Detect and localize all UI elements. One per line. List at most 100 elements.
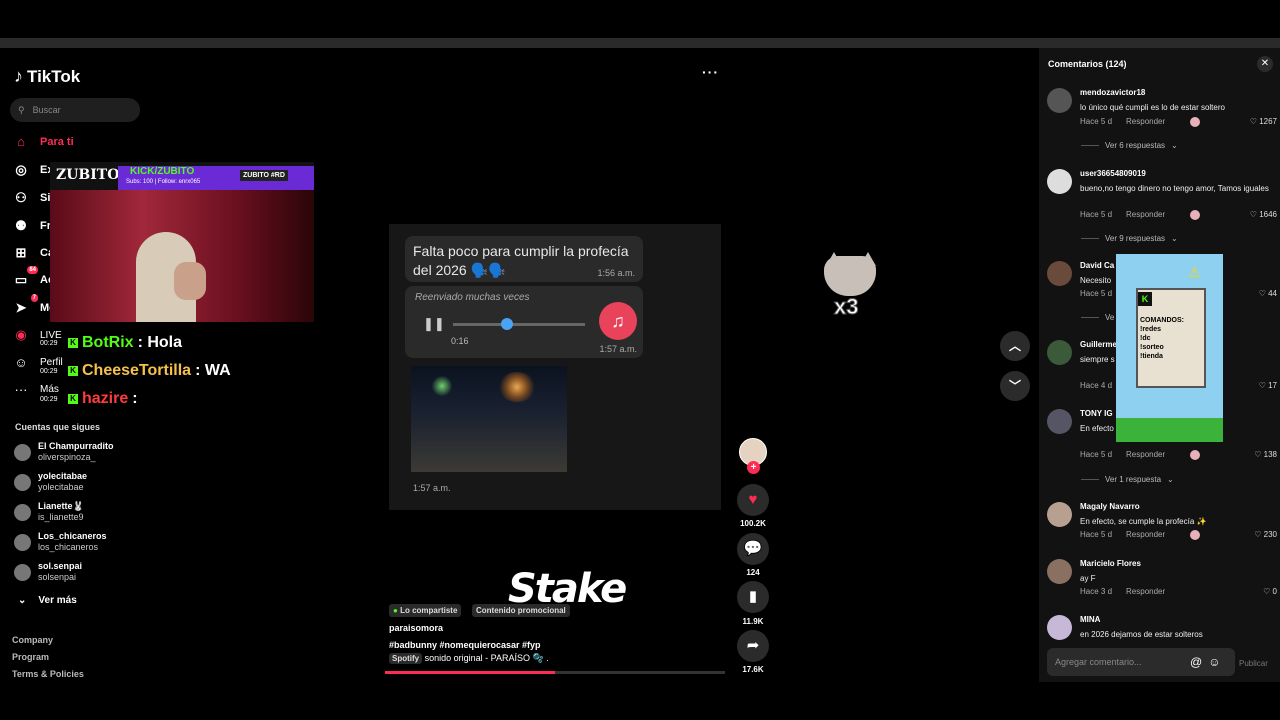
close-icon[interactable]: ✕ — [1257, 56, 1273, 72]
like-count[interactable]: ♡ 17 — [1259, 381, 1277, 390]
share-count: 17.6K — [742, 665, 764, 674]
view-replies-button[interactable]: Ver 6 respuestas ⌄ — [1081, 141, 1178, 150]
live-icon: ◉ — [15, 327, 27, 342]
publish-button[interactable]: Publicar — [1239, 659, 1268, 668]
footer-terms[interactable]: Terms & Policies — [12, 669, 84, 679]
reply-button[interactable]: Responder — [1126, 530, 1165, 539]
emoji-icon[interactable]: ☺ — [1208, 655, 1220, 669]
like-count[interactable]: ♡ 1267 — [1250, 117, 1277, 126]
divider — [1081, 238, 1099, 239]
nav-item-for-you[interactable]: ⌂ Para ti — [12, 134, 152, 149]
like-count[interactable]: ♡ 230 — [1254, 530, 1277, 539]
comment-user[interactable]: MINA — [1080, 615, 1100, 624]
comment-user[interactable]: user36654809019 — [1080, 169, 1146, 178]
view-replies-button[interactable]: Ve — [1081, 313, 1114, 322]
next-video-button[interactable]: ﹀ — [1000, 371, 1030, 401]
avatar[interactable] — [1047, 340, 1072, 365]
comment-user[interactable]: Magaly Navarro — [1080, 502, 1140, 511]
video-hashtags[interactable]: #badbunny #nomequierocasar #fyp — [389, 640, 541, 650]
command-tag: ZUBITO #RD — [240, 170, 288, 181]
music-note-icon: ♫ — [599, 302, 637, 340]
compass-icon: ◎ — [15, 162, 27, 177]
creator-liked-icon — [1190, 530, 1200, 540]
save-button[interactable]: ▮ — [737, 581, 769, 613]
avatar — [14, 473, 31, 491]
see-more-button[interactable]: ⌄ Ver más — [18, 595, 77, 606]
avatar[interactable] — [1047, 261, 1072, 286]
view-replies-button[interactable]: Ver 9 respuestas ⌄ — [1081, 234, 1178, 243]
divider — [1081, 145, 1099, 146]
like-count[interactable]: ♡ 138 — [1254, 450, 1277, 459]
like-count[interactable]: ♡ 44 — [1259, 289, 1277, 298]
followed-account[interactable]: Lianette🐰 is_lianette9 — [14, 501, 84, 523]
comment-time: Hace 5 d — [1080, 530, 1113, 539]
avatar[interactable] — [1047, 88, 1072, 113]
avatar[interactable] — [1047, 169, 1072, 194]
video-progress-bar[interactable] — [385, 671, 725, 674]
account-name: Los_chicaneros — [38, 531, 107, 541]
reply-button[interactable]: Responder — [1126, 210, 1165, 219]
account-user: oliverspinoza_ — [38, 452, 96, 462]
kick-icon: K — [68, 366, 78, 376]
previous-video-button[interactable]: ︿ — [1000, 331, 1030, 361]
comment-user[interactable]: mendozavictor18 — [1080, 88, 1145, 97]
upload-icon: ⊞ — [15, 245, 27, 260]
comment-user[interactable]: Maricielo Flores — [1080, 559, 1141, 568]
like-count[interactable]: ♡ 1646 — [1250, 210, 1277, 219]
reply-button[interactable]: Responder — [1126, 450, 1165, 459]
avatar — [14, 443, 31, 461]
streamer-face — [174, 262, 206, 300]
progress-fill — [385, 671, 555, 674]
divider — [1081, 317, 1099, 318]
mention-icon[interactable]: @ — [1190, 655, 1202, 669]
audio-track — [453, 323, 585, 326]
avatar[interactable] — [1047, 559, 1072, 584]
avatar[interactable] — [1047, 615, 1072, 640]
followed-account[interactable]: Los_chicaneros los_chicaneros — [14, 531, 107, 553]
warning-icon: ⚠ — [1188, 264, 1201, 280]
account-name: sol.senpai — [38, 561, 83, 571]
video-sound[interactable]: Spotify sonido original - PARAÍSO 🫧 . — [389, 653, 549, 664]
reply-button[interactable]: Responder — [1126, 117, 1165, 126]
replies-label: Ver 6 respuestas — [1105, 141, 1166, 150]
follow-plus-icon[interactable]: + — [747, 461, 760, 474]
video-player[interactable]: Falta poco para cumplir la profecía del … — [389, 224, 721, 510]
footer-program[interactable]: Program — [12, 652, 49, 662]
search-input[interactable]: ⚲ Buscar — [10, 98, 140, 122]
avatar[interactable] — [1047, 502, 1072, 527]
share-button[interactable]: ➦ — [737, 630, 769, 662]
chat-line: 00:29 K CheeseTortilla : WA — [40, 362, 231, 380]
tiktok-logo[interactable]: ♪ TikTok — [14, 66, 80, 87]
reply-button[interactable]: Responder — [1126, 587, 1165, 596]
chat-user: BotRix — [82, 334, 134, 351]
replies-label: Ve — [1105, 313, 1115, 322]
search-icon: ⚲ — [18, 104, 25, 115]
more-options-icon[interactable]: ··· — [702, 64, 719, 80]
followed-account[interactable]: yolecitabae yolecitabae — [14, 471, 87, 493]
message-time: 1:57 a.m. — [599, 344, 637, 354]
footer-company[interactable]: Company — [12, 635, 53, 645]
comment-input-icons: @ ☺ — [1190, 655, 1220, 669]
comment-user[interactable]: TONY IG — [1080, 409, 1113, 418]
comment-meta: Hace 5 d Responder — [1080, 450, 1165, 459]
sound-label: sonido original - PARAÍSO 🫧 . — [424, 653, 549, 663]
comment-user[interactable]: Guillerme — [1080, 340, 1117, 349]
commands-text: COMANDOS: !redes !dc !sorteo !tienda — [1140, 317, 1184, 360]
following-heading: Cuentas que sigues — [15, 422, 101, 432]
followed-account[interactable]: sol.senpai solsenpai — [14, 561, 82, 583]
followed-account[interactable]: El Champurradito oliverspinoza_ — [14, 441, 114, 463]
chat-time: 00:29 — [40, 339, 58, 347]
view-replies-button[interactable]: Ver 1 respuesta ⌄ — [1081, 475, 1174, 484]
comment-time: Hace 5 d — [1080, 210, 1113, 219]
friends-icon: ⚉ — [15, 218, 27, 233]
avatar[interactable] — [1047, 409, 1072, 434]
replies-label: Ver 1 respuesta — [1105, 475, 1162, 484]
comment-user[interactable]: David Ca — [1080, 261, 1114, 270]
like-count[interactable]: ♡ 0 — [1263, 587, 1277, 596]
comment-button[interactable]: 💬 — [737, 533, 769, 565]
like-button[interactable]: ♥ — [737, 484, 769, 516]
message-time: 1:56 a.m. — [597, 268, 635, 278]
video-author[interactable]: paraisomora — [389, 623, 443, 633]
creator-liked-icon — [1190, 450, 1200, 460]
chat-time: 00:29 — [40, 395, 58, 403]
